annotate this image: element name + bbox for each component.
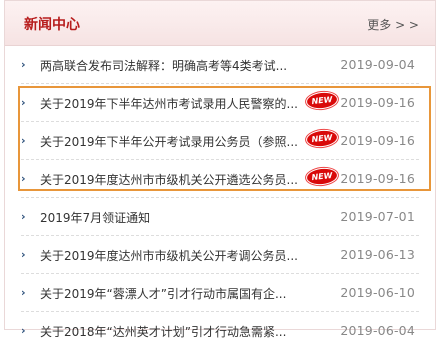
- news-item-date: 2019-06-10: [340, 285, 415, 300]
- news-item[interactable]: › 关于2019年下半年达州市考试录用人民警察的... NEW 2019-09-…: [5, 84, 435, 122]
- chevron-right-icon: ›: [21, 96, 26, 109]
- news-item[interactable]: › 关于2019年“蓉漂人才”引才行动市属国有企... 2019-06-10: [5, 274, 435, 312]
- news-item-date: 2019-07-01: [340, 209, 415, 224]
- chevron-right-icon: ›: [21, 172, 26, 185]
- news-item-date: 2019-09-16: [340, 133, 415, 148]
- news-item-date: 2019-09-04: [340, 57, 415, 72]
- news-item-title[interactable]: 关于2019年度达州市市级机关公开考调公务员...: [40, 247, 298, 264]
- news-item-title[interactable]: 2019年7月领证通知: [40, 209, 150, 226]
- panel-header: 新闻中心 更多 > >: [5, 1, 435, 46]
- news-item-date: 2019-06-04: [340, 323, 415, 338]
- news-item-title[interactable]: 关于2019年“蓉漂人才”引才行动市属国有企...: [40, 285, 286, 302]
- chevron-right-icon: ›: [21, 210, 26, 223]
- news-item-title[interactable]: 关于2019年下半年达州市考试录用人民警察的...: [40, 95, 298, 112]
- news-item-date: 2019-09-16: [340, 171, 415, 186]
- news-item[interactable]: › 两高联合发布司法解释：明确高考等4类考试... 2019-09-04: [5, 46, 435, 84]
- news-item-title[interactable]: 两高联合发布司法解释：明确高考等4类考试...: [40, 57, 287, 74]
- news-item-date: 2019-09-16: [340, 95, 415, 110]
- chevron-right-icon: ›: [21, 286, 26, 299]
- new-badge-icon: NEW: [306, 167, 338, 186]
- new-badge-icon: NEW: [306, 129, 338, 148]
- news-item[interactable]: › 关于2018年“达州英才计划”引才行动急需紧... 2019-06-04: [5, 312, 435, 350]
- news-item[interactable]: › 关于2019年下半年公开考试录用公务员（参照... NEW 2019-09-…: [5, 122, 435, 160]
- news-item-date: 2019-06-13: [340, 247, 415, 262]
- news-item[interactable]: › 2019年7月领证通知 2019-07-01: [5, 198, 435, 236]
- news-center-panel: 新闻中心 更多 > > › 两高联合发布司法解释：明确高考等4类考试... 20…: [4, 0, 436, 339]
- panel-title: 新闻中心: [24, 17, 80, 33]
- news-item[interactable]: › 关于2019年度达州市市级机关公开遴选公务员... NEW 2019-09-…: [5, 160, 435, 198]
- news-item-title[interactable]: 关于2018年“达州英才计划”引才行动急需紧...: [40, 323, 286, 340]
- news-item-title[interactable]: 关于2019年度达州市市级机关公开遴选公务员...: [40, 171, 298, 188]
- news-item-title[interactable]: 关于2019年下半年公开考试录用公务员（参照...: [40, 133, 298, 150]
- new-badge-icon: NEW: [306, 91, 338, 110]
- chevron-right-icon: ›: [21, 248, 26, 261]
- more-link[interactable]: 更多 > >: [367, 16, 419, 33]
- chevron-right-icon: ›: [21, 58, 26, 71]
- chevron-right-icon: ›: [21, 324, 26, 337]
- chevron-right-icon: ›: [21, 134, 26, 147]
- news-item[interactable]: › 关于2019年度达州市市级机关公开考调公务员... 2019-06-13: [5, 236, 435, 274]
